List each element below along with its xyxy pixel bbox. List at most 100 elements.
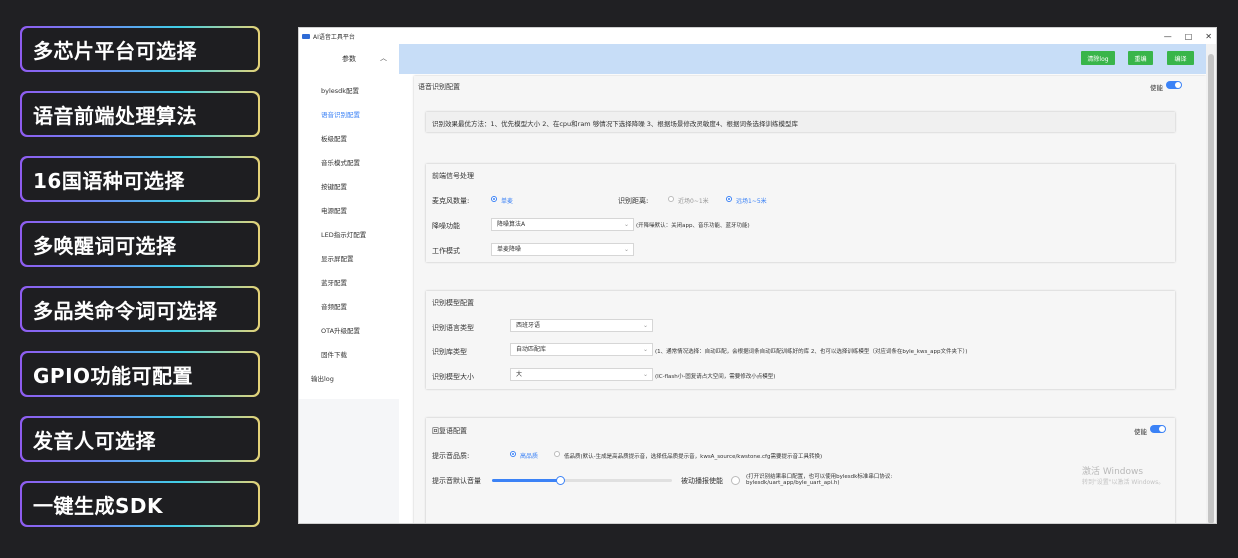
distance-near-text: 近场0~1米 xyxy=(678,198,709,205)
sidebar-item-bluetooth[interactable]: 蓝牙配置 xyxy=(299,271,399,295)
size-hint: (IC-flash小-固复请占大空间，需要修改小点模型) xyxy=(655,374,776,380)
passive-label: 被动播报使能 xyxy=(681,477,723,485)
mic-radio-single[interactable] xyxy=(491,196,497,202)
sidebar-item-audio[interactable]: 音频配置 xyxy=(299,295,399,319)
sidebar-list: bylesdk配置 语音识别配置 板级配置 音乐模式配置 按键配置 电源配置 L… xyxy=(299,74,399,399)
asr-title: 语音识别配置 xyxy=(418,83,460,91)
feature-text: 一键生成SDK xyxy=(22,483,258,525)
feature-list: 多芯片平台可选择 语音前端处理算法 16国语种可选择 多唤醒词可选择 多品类命令… xyxy=(20,26,260,546)
volume-slider-fill xyxy=(492,479,561,482)
mic-option-text: 单麦 xyxy=(501,198,514,205)
feature-badge: 语音前端处理算法 xyxy=(20,91,260,137)
lib-select[interactable]: 自动匹配库 ⌄ xyxy=(510,343,653,356)
model-panel: 识别模型配置 识别语言类型 西班牙语 ⌄ 识别库类型 自动匹配库 ⌄ (1、通常… xyxy=(426,291,1175,389)
mic-label: 麦克风数量: xyxy=(432,197,470,205)
passive-checkbox[interactable] xyxy=(731,476,740,485)
asr-panel: 语音识别配置 使能 识别效果最优方法：1、优先模型大小 2、在cpu和ram 够… xyxy=(414,76,1206,523)
reply-enable-toggle[interactable] xyxy=(1150,425,1166,433)
sidebar-item-board[interactable]: 板级配置 xyxy=(299,127,399,151)
feature-badge: 一键生成SDK xyxy=(20,481,260,527)
toolbar: 清除log 重编 编译 xyxy=(399,44,1206,74)
sidebar-item-asr[interactable]: 语音识别配置 xyxy=(299,103,399,127)
feature-text: 语音前端处理算法 xyxy=(22,93,258,135)
window-title: AI语音工具平台 xyxy=(313,33,355,41)
sidebar-item-power[interactable]: 电源配置 xyxy=(299,199,399,223)
windows-watermark: 激活 Windows xyxy=(1082,467,1144,477)
reset-button[interactable]: 重编 xyxy=(1128,51,1153,65)
quality-high-text: 高品质 xyxy=(520,453,539,460)
lib-hint: (1、通常情况选择：自动匹配，会根据词条自动匹配训练好的库 2、也可以选择训练模… xyxy=(655,349,968,355)
vertical-scrollbar[interactable] xyxy=(1206,44,1216,523)
volume-slider[interactable] xyxy=(492,476,672,485)
distance-radio-near[interactable] xyxy=(668,196,674,202)
feature-text: 16国语种可选择 xyxy=(22,158,258,200)
passive-hint-2: bylesdk/uart_app/byle_uart_api.h) xyxy=(746,480,840,486)
sidebar-item-bylesdk[interactable]: bylesdk配置 xyxy=(299,79,399,103)
asr-enable-toggle[interactable] xyxy=(1166,81,1182,89)
mode-label: 工作模式 xyxy=(432,247,460,255)
size-select[interactable]: 大 ⌄ xyxy=(510,368,653,381)
sidebar: 参数 ︿ bylesdk配置 语音识别配置 板级配置 音乐模式配置 按键配置 电… xyxy=(299,44,399,523)
feature-badge: 多芯片平台可选择 xyxy=(20,26,260,72)
reply-title: 回复语配置 xyxy=(432,427,467,435)
title-bar: AI语音工具平台 — □ ✕ xyxy=(299,28,1216,44)
quality-label: 提示音品质: xyxy=(432,452,470,460)
quality-low-text: 低品质(默认-生成是高品质提示音，选择低品质提示音，kwsA_source/kw… xyxy=(564,454,823,460)
asr-tip-text: 识别效果最优方法：1、优先模型大小 2、在cpu和ram 够情况下选择降噪 3、… xyxy=(432,120,799,128)
app-logo-icon xyxy=(302,33,310,39)
lang-select[interactable]: 西班牙语 ⌄ xyxy=(510,319,653,332)
asr-tip-box: 识别效果最优方法：1、优先模型大小 2、在cpu和ram 够情况下选择降噪 3、… xyxy=(426,112,1175,132)
feature-badge: GPIO功能可配置 xyxy=(20,351,260,397)
feature-badge: 多品类命令词可选择 xyxy=(20,286,260,332)
noise-select[interactable]: 降噪算法A ⌄ xyxy=(491,218,634,231)
noise-label: 降噪功能 xyxy=(432,222,460,230)
minimize-icon[interactable]: — xyxy=(1164,32,1172,41)
sidebar-item-log[interactable]: 输出log xyxy=(299,367,399,391)
sidebar-item-keys[interactable]: 按键配置 xyxy=(299,175,399,199)
lang-label: 识别语言类型 xyxy=(432,324,474,332)
frontend-panel: 前端信号处理 麦克风数量: 单麦 识别距离: 近场0~1米 远场1~5米 降噪功… xyxy=(426,164,1175,262)
feature-text: 发音人可选择 xyxy=(22,418,258,460)
sidebar-item-ota[interactable]: OTA升级配置 xyxy=(299,319,399,343)
mode-select[interactable]: 单麦降噪 ⌄ xyxy=(491,243,634,256)
volume-slider-knob[interactable] xyxy=(556,476,566,485)
asr-enable-label: 使能 xyxy=(1150,84,1163,92)
model-title: 识别模型配置 xyxy=(432,299,474,307)
main-content: 语音识别配置 使能 识别效果最优方法：1、优先模型大小 2、在cpu和ram 够… xyxy=(399,74,1206,523)
chevron-up-icon[interactable]: ︿ xyxy=(380,53,387,63)
noise-select-value: 降噪算法A xyxy=(497,221,526,228)
chevron-down-icon: ⌄ xyxy=(642,346,648,353)
maximize-icon[interactable]: □ xyxy=(1185,32,1193,41)
feature-text: 多芯片平台可选择 xyxy=(22,28,258,70)
quality-radio-low[interactable] xyxy=(554,451,560,457)
reply-enable-label: 使能 xyxy=(1134,428,1147,436)
passive-hint: (打开识别结果串口配置，也可以使用bylesdk标准串口协议: xyxy=(746,474,893,480)
quality-radio-high[interactable] xyxy=(510,451,516,457)
feature-text: 多唤醒词可选择 xyxy=(22,223,258,265)
noise-hint: (开降噪默认：关闭app、音乐功能、蓝牙功能) xyxy=(636,223,750,229)
sidebar-header[interactable]: 参数 ︿ xyxy=(299,44,399,74)
chevron-down-icon: ⌄ xyxy=(623,221,629,228)
size-label: 识别模型大小 xyxy=(432,373,474,381)
feature-text: GPIO功能可配置 xyxy=(22,353,258,395)
distance-label: 识别距离: xyxy=(618,197,649,205)
distance-far-text: 远场1~5米 xyxy=(736,198,767,205)
lib-select-value: 自动匹配库 xyxy=(516,346,547,353)
scrollbar-thumb[interactable] xyxy=(1208,54,1214,523)
sidebar-header-label: 参数 xyxy=(342,55,356,63)
sidebar-item-firmware[interactable]: 固件下载 xyxy=(299,343,399,367)
frontend-title: 前端信号处理 xyxy=(432,172,474,180)
reply-panel: 回复语配置 使能 提示音品质: 高品质 低品质(默认-生成是高品质提示音，选择低… xyxy=(426,418,1175,523)
chevron-down-icon: ⌄ xyxy=(642,322,648,329)
clear-log-button[interactable]: 清除log xyxy=(1081,51,1115,65)
feature-text: 多品类命令词可选择 xyxy=(22,288,258,330)
distance-radio-far[interactable] xyxy=(726,196,732,202)
sidebar-item-display[interactable]: 显示屏配置 xyxy=(299,247,399,271)
chevron-down-icon: ⌄ xyxy=(623,246,629,253)
compile-button[interactable]: 编译 xyxy=(1167,51,1194,65)
sidebar-item-music[interactable]: 音乐模式配置 xyxy=(299,151,399,175)
app-window: AI语音工具平台 — □ ✕ 参数 ︿ bylesdk配置 语音识别配置 板级配… xyxy=(298,27,1217,524)
close-icon[interactable]: ✕ xyxy=(1205,32,1212,41)
sidebar-item-led[interactable]: LED指示灯配置 xyxy=(299,223,399,247)
size-select-value: 大 xyxy=(516,371,523,378)
